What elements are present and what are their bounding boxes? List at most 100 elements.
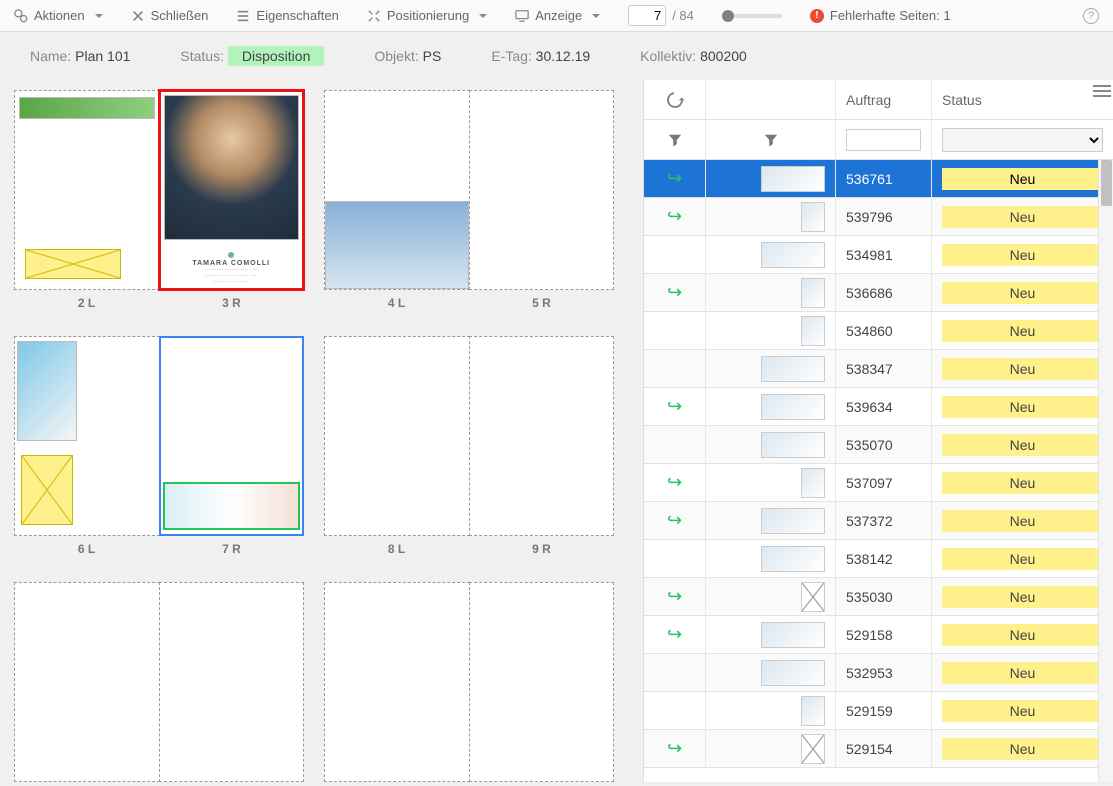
status-chip: Neu (942, 282, 1103, 304)
job-thumbnail (761, 546, 825, 572)
undo-icon[interactable]: ↩ (667, 624, 682, 645)
panel-menu-icon[interactable] (1093, 82, 1111, 100)
zoom-thumb[interactable] (722, 10, 734, 22)
page-label-left: 4 L (324, 296, 469, 310)
table-row[interactable]: ↩ 539796 Neu (644, 198, 1113, 236)
etag-value: 30.12.19 (536, 48, 591, 64)
kollektiv-label: Kollektiv: (640, 48, 696, 64)
job-thumbnail (801, 316, 825, 346)
list-icon (236, 9, 250, 23)
page-left[interactable] (324, 336, 470, 536)
auftrag-cell: 539796 (836, 198, 932, 235)
auftrag-cell: 536686 (836, 274, 932, 311)
page-label-right: 3 R (159, 296, 304, 310)
page-label-right: 5 R (469, 296, 614, 310)
error-pages-indicator[interactable]: ! Fehlerhafte Seiten: 1 (810, 8, 951, 23)
table-row[interactable]: ↩ 529154 Neu (644, 730, 1113, 768)
table-row[interactable]: 538142 Neu (644, 540, 1113, 578)
job-thumbnail (761, 356, 825, 382)
auftrag-cell: 534981 (836, 236, 932, 273)
status-chip: Neu (942, 320, 1103, 342)
table-row[interactable]: ↩ 529158 Neu (644, 616, 1113, 654)
undo-icon[interactable]: ↩ (667, 168, 682, 189)
page-label-right: 7 R (159, 542, 304, 556)
table-row[interactable]: ↩ 537372 Neu (644, 502, 1113, 540)
zoom-slider[interactable] (722, 14, 782, 18)
scrollbar-thumb[interactable] (1101, 160, 1112, 206)
page-label-left: 8 L (324, 542, 469, 556)
page-right[interactable]: TAMARA COMOLLI··········· ········ ·····… (159, 90, 305, 290)
page-left[interactable] (14, 582, 160, 782)
undo-icon[interactable]: ↩ (667, 510, 682, 531)
help-button[interactable]: ? (1083, 8, 1099, 24)
page-label-right: 9 R (469, 542, 614, 556)
job-thumbnail (761, 660, 825, 686)
page-left[interactable] (324, 582, 470, 782)
page-right[interactable] (469, 90, 615, 290)
filter-auftrag-input[interactable] (846, 129, 921, 151)
job-thumbnail (801, 202, 825, 232)
job-thumbnail (761, 394, 825, 420)
auftrag-cell: 535030 (836, 578, 932, 615)
table-row[interactable]: ↩ 539634 Neu (644, 388, 1113, 426)
undo-icon[interactable]: ↩ (667, 738, 682, 759)
positioning-menu[interactable]: Positionierung (367, 8, 487, 23)
status-chip: Neu (942, 662, 1103, 684)
table-row[interactable]: ↩ 535030 Neu (644, 578, 1113, 616)
grid-header: Auftrag Status (644, 80, 1113, 120)
jobs-panel: Auftrag Status ↩ 536761 Neu ↩ 539796 Neu (643, 80, 1113, 782)
table-row[interactable]: 534860 Neu (644, 312, 1113, 350)
col-header-auftrag[interactable]: Auftrag (836, 80, 932, 119)
status-chip: Neu (942, 244, 1103, 266)
grid-body[interactable]: ↩ 536761 Neu ↩ 539796 Neu 534981 Neu ↩ 5… (644, 160, 1113, 782)
close-icon (131, 9, 145, 23)
close-label: Schließen (151, 8, 209, 23)
name-value: Plan 101 (75, 48, 130, 64)
auftrag-cell: 537097 (836, 464, 932, 501)
auftrag-cell: 538347 (836, 350, 932, 387)
table-row[interactable]: 534981 Neu (644, 236, 1113, 274)
table-row[interactable]: ↩ 536686 Neu (644, 274, 1113, 312)
auftrag-cell: 538142 (836, 540, 932, 577)
table-row[interactable]: 532953 Neu (644, 654, 1113, 692)
undo-icon[interactable]: ↩ (667, 206, 682, 227)
page-right[interactable] (469, 336, 615, 536)
status-chip: Neu (942, 168, 1103, 190)
page-left[interactable] (14, 90, 160, 290)
actions-menu[interactable]: Aktionen (14, 8, 103, 23)
page-right[interactable] (469, 582, 615, 782)
scrollbar-vertical[interactable] (1098, 160, 1113, 782)
close-button[interactable]: Schließen (131, 8, 209, 23)
page-input[interactable] (628, 5, 666, 26)
status-chip: Neu (942, 396, 1103, 418)
status-chip: Neu (942, 472, 1103, 494)
auftrag-cell: 529154 (836, 730, 932, 767)
status-chip: Neu (942, 548, 1103, 570)
main-split: TAMARA COMOLLI··········· ········ ·····… (0, 80, 1113, 782)
properties-button[interactable]: Eigenschaften (236, 8, 338, 23)
col-header-status[interactable]: Status (932, 80, 1113, 119)
table-row[interactable]: 538347 Neu (644, 350, 1113, 388)
undo-icon[interactable]: ↩ (667, 396, 682, 417)
table-row[interactable]: 535070 Neu (644, 426, 1113, 464)
spreads-panel[interactable]: TAMARA COMOLLI··········· ········ ·····… (0, 80, 643, 782)
filter-status-select[interactable] (942, 128, 1103, 152)
undo-icon[interactable]: ↩ (667, 472, 682, 493)
undo-icon[interactable]: ↩ (667, 586, 682, 607)
reload-icon[interactable] (663, 88, 685, 110)
filter-icon[interactable] (668, 133, 682, 147)
actions-label: Aktionen (34, 8, 85, 23)
table-row[interactable]: ↩ 537097 Neu (644, 464, 1113, 502)
display-menu[interactable]: Anzeige (515, 8, 600, 23)
page-left[interactable] (14, 336, 160, 536)
page-right[interactable] (159, 336, 305, 536)
undo-icon[interactable]: ↩ (667, 282, 682, 303)
status-chip: Neu (942, 624, 1103, 646)
page-left[interactable] (324, 90, 470, 290)
spread: 6 L 7 R (14, 336, 304, 556)
job-thumbnail (761, 622, 825, 648)
table-row[interactable]: ↩ 536761 Neu (644, 160, 1113, 198)
table-row[interactable]: 529159 Neu (644, 692, 1113, 730)
filter-icon[interactable] (764, 133, 778, 147)
page-right[interactable] (159, 582, 305, 782)
